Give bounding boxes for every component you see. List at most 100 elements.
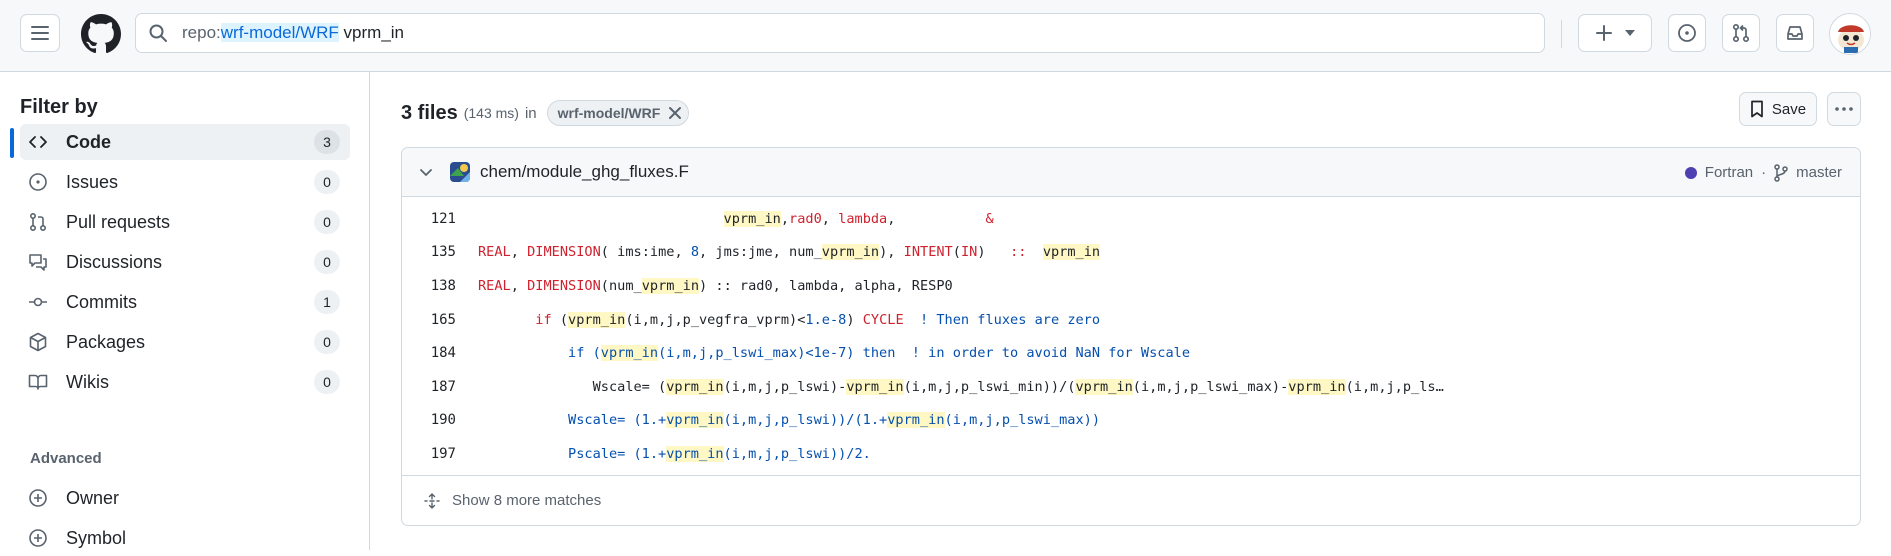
chevron-down-icon[interactable]: [418, 164, 434, 180]
filter-item-wikis[interactable]: Wikis 0: [20, 364, 350, 400]
close-icon[interactable]: [668, 106, 682, 120]
menu-button[interactable]: [20, 14, 60, 52]
show-more-matches-link[interactable]: Show 8 more matches: [452, 492, 601, 509]
filter-count: 0: [314, 370, 340, 394]
filter-label: Wikis: [66, 371, 109, 392]
filter-item-code[interactable]: Code 3: [20, 124, 350, 160]
git-commit-icon: [28, 292, 48, 312]
code-text: if (vprm_in(i,m,j,p_vegfra_vprm)<1.e-8) …: [535, 311, 1101, 328]
git-branch-icon: [1774, 163, 1788, 182]
code-text: REAL, DIMENSION(num_vprm_in) :: rad0, la…: [478, 277, 953, 294]
line-number[interactable]: 184: [402, 345, 456, 361]
filter-by-title: Filter by: [20, 96, 98, 118]
filter-sidebar: Filter by Code 3 Issues 0 Pull requests …: [0, 72, 370, 550]
filter-item-owner[interactable]: Owner: [20, 480, 350, 516]
filter-count: 0: [314, 210, 340, 234]
line-number[interactable]: 135: [402, 244, 456, 260]
line-number[interactable]: 138: [402, 278, 456, 294]
code-line[interactable]: 184 if (vprm_in(i,m,j,p_lswi_max)<1e-7) …: [402, 336, 1860, 370]
code-text: Pscale= (1.+vprm_in(i,m,j,p_lswi))/2.: [478, 445, 871, 462]
filter-item-issues[interactable]: Issues 0: [20, 164, 350, 200]
line-number[interactable]: 190: [402, 412, 456, 428]
filter-count: 0: [314, 250, 340, 274]
search-query: repo:wrf-model/WRF vprm_in: [182, 23, 404, 42]
code-text: REAL, DIMENSION( ims:ime, 8, jms:jme, nu…: [478, 244, 1101, 261]
code-matches: 121 vprm_in,rad0, lambda, & 135 REAL, DI…: [402, 197, 1860, 471]
file-path-link[interactable]: chem/module_ghg_fluxes.F: [480, 162, 689, 182]
filter-item-pull-requests[interactable]: Pull requests 0: [20, 204, 350, 240]
file-result-header: chem/module_ghg_fluxes.F Fortran · maste…: [402, 148, 1860, 197]
filter-item-packages[interactable]: Packages 0: [20, 324, 350, 360]
code-line[interactable]: 197 Pscale= (1.+vprm_in(i,m,j,p_lswi))/2…: [402, 437, 1860, 471]
filter-label: Symbol: [66, 527, 127, 548]
line-number[interactable]: 121: [402, 211, 456, 227]
filter-item-discussions[interactable]: Discussions 0: [20, 244, 350, 280]
plus-circle-icon: [28, 528, 48, 548]
language-color-dot: [1684, 166, 1697, 179]
user-avatar[interactable]: [1829, 13, 1871, 55]
filter-label: Owner: [66, 487, 120, 508]
pull-requests-button[interactable]: [1722, 14, 1760, 52]
filter-label: Issues: [66, 171, 119, 192]
search-input[interactable]: repo:wrf-model/WRF vprm_in: [135, 13, 1545, 53]
results-summary: 3 files (143 ms) in wrf-model/WRF: [401, 100, 690, 126]
filter-item-symbol[interactable]: Symbol: [20, 520, 350, 556]
meta-separator: ·: [1761, 164, 1767, 181]
unfold-icon: [424, 492, 440, 509]
hamburger-icon: [31, 25, 49, 41]
code-line[interactable]: 138 REAL, DIMENSION(num_vprm_in) :: rad0…: [402, 269, 1860, 303]
code-text: Wscale= (vprm_in(i,m,j,p_lswi)-vprm_in(i…: [478, 378, 1444, 395]
file-meta: Fortran · master: [1684, 148, 1842, 197]
issue-opened-icon: [1677, 23, 1697, 43]
code-line[interactable]: 121 vprm_in,rad0, lambda, &: [402, 202, 1860, 236]
plus-circle-icon: [28, 488, 48, 508]
repo-chip-label: wrf-model/WRF: [557, 105, 661, 121]
bookmark-icon: [1750, 100, 1764, 118]
code-line[interactable]: 135 REAL, DIMENSION( ims:ime, 8, jms:jme…: [402, 236, 1860, 270]
git-pull-request-icon: [1731, 23, 1751, 43]
results-time: (143 ms): [463, 105, 519, 121]
branch-link[interactable]: master: [1796, 164, 1842, 181]
line-number[interactable]: 187: [402, 379, 456, 395]
code-line[interactable]: 190 Wscale= (1.+vprm_in(i,m,j,p_lswi))/(…: [402, 404, 1860, 438]
advanced-heading: Advanced: [30, 450, 102, 467]
code-text: Wscale= (1.+vprm_in(i,m,j,p_lswi))/(1.+v…: [478, 412, 1101, 429]
code-icon: [28, 132, 48, 152]
issues-button[interactable]: [1668, 14, 1706, 52]
results-in: in: [524, 104, 537, 122]
filter-label: Code: [66, 131, 111, 152]
filter-count: 1: [314, 290, 340, 314]
more-options-button[interactable]: [1827, 92, 1861, 126]
file-result-card: chem/module_ghg_fluxes.F Fortran · maste…: [401, 147, 1861, 526]
inbox-icon: [1785, 23, 1805, 43]
create-new-button[interactable]: [1578, 14, 1652, 52]
inbox-button[interactable]: [1776, 14, 1814, 52]
github-logo-icon[interactable]: [81, 14, 121, 54]
comment-discussion-icon: [28, 252, 48, 272]
filter-item-commits[interactable]: Commits 1: [20, 284, 350, 320]
filter-label: Packages: [66, 331, 146, 352]
line-number[interactable]: 165: [402, 312, 456, 328]
save-button[interactable]: Save: [1739, 92, 1817, 126]
git-pull-request-icon: [28, 212, 48, 232]
line-number[interactable]: 197: [402, 446, 456, 462]
filter-label: Pull requests: [66, 211, 171, 232]
kebab-horizontal-icon: [1835, 107, 1853, 111]
repo-avatar-icon: [450, 162, 470, 182]
code-line[interactable]: 187 Wscale= (vprm_in(i,m,j,p_lswi)-vprm_…: [402, 370, 1860, 404]
filter-label: Discussions: [66, 251, 163, 272]
show-more-row[interactable]: Show 8 more matches: [402, 475, 1860, 525]
repo-filter-chip: wrf-model/WRF: [546, 100, 690, 126]
code-line[interactable]: 165 if (vprm_in(i,m,j,p_vegfra_vprm)<1.e…: [402, 303, 1860, 337]
filter-count: 3: [314, 130, 340, 154]
filter-count: 0: [314, 170, 340, 194]
search-icon: [148, 23, 168, 43]
active-indicator: [10, 128, 14, 158]
filter-label: Commits: [66, 291, 137, 312]
language-label: Fortran: [1704, 164, 1754, 181]
code-text: if (vprm_in(i,m,j,p_lswi_max)<1e-7) then…: [478, 345, 1191, 362]
triangle-down-icon: [1625, 30, 1635, 36]
book-icon: [28, 372, 48, 392]
issue-opened-icon: [28, 172, 48, 192]
save-label: Save: [1771, 100, 1807, 118]
